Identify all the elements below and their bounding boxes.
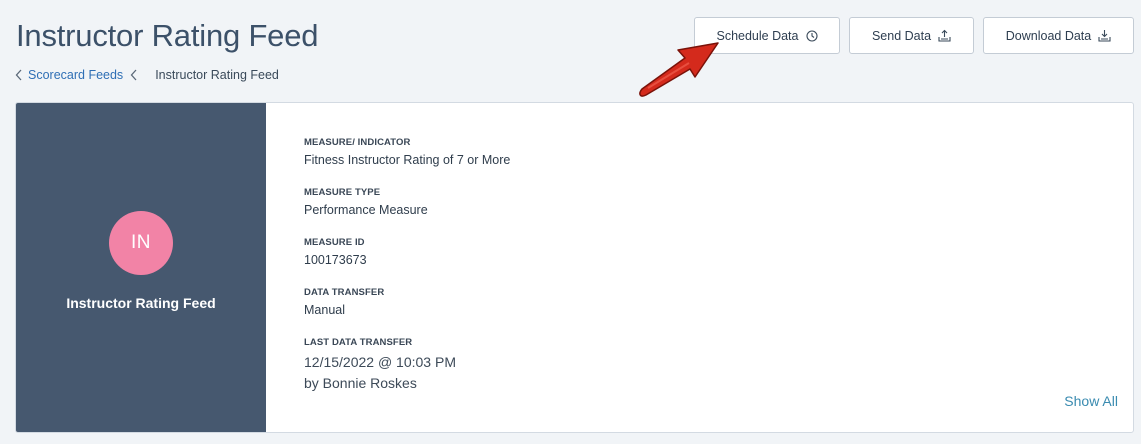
field-label: DATA TRANSFER — [304, 287, 385, 298]
breadcrumb-link-scorecard-feeds[interactable]: Scorecard Feeds — [28, 68, 123, 82]
field-label: LAST DATA TRANSFER — [304, 337, 413, 348]
feed-details-panel: MEASURE/ INDICATOR Fitness Instructor Ra… — [266, 103, 1133, 432]
field-data-transfer: DATA TRANSFER Manual — [304, 287, 510, 337]
show-all-link[interactable]: Show All — [1064, 393, 1118, 409]
field-measure-type: MEASURE TYPE Performance Measure — [304, 187, 510, 237]
field-value: 12/15/2022 @ 10:03 PM by Bonnie Roskes — [304, 352, 510, 394]
send-data-label: Send Data — [871, 28, 932, 43]
feed-name: Instructor Rating Feed — [66, 295, 216, 311]
page-title: Instructor Rating Feed — [16, 18, 319, 53]
field-last-data-transfer: LAST DATA TRANSFER 12/15/2022 @ 10:03 PM… — [304, 337, 510, 391]
breadcrumb: Scorecard Feeds Instructor Rating Feed — [14, 68, 279, 82]
send-data-button[interactable]: Send Data — [849, 17, 974, 54]
download-tray-icon — [1098, 29, 1111, 42]
feed-summary-panel: IN Instructor Rating Feed — [16, 103, 266, 432]
chevron-left-icon — [129, 68, 139, 82]
clock-icon — [805, 29, 818, 42]
download-data-label: Download Data — [1005, 28, 1092, 43]
field-label: MEASURE/ INDICATOR — [304, 137, 411, 148]
field-value: Fitness Instructor Rating of 7 or More — [304, 153, 511, 167]
download-data-button[interactable]: Download Data — [983, 17, 1134, 54]
field-list: MEASURE/ INDICATOR Fitness Instructor Ra… — [304, 137, 510, 391]
field-value: Manual — [304, 303, 345, 317]
last-transfer-datetime: 12/15/2022 @ 10:03 PM — [304, 354, 456, 370]
field-label: MEASURE TYPE — [304, 187, 381, 198]
chevron-left-icon[interactable] — [14, 68, 24, 82]
field-value: Performance Measure — [304, 203, 428, 217]
schedule-data-label: Schedule Data — [716, 28, 799, 43]
feed-card: IN Instructor Rating Feed MEASURE/ INDIC… — [15, 102, 1134, 433]
field-value: 100173673 — [304, 253, 367, 267]
action-toolbar: Schedule Data Send Data Download Data — [694, 17, 1134, 54]
field-label: MEASURE ID — [304, 237, 365, 248]
field-measure-id: MEASURE ID 100173673 — [304, 237, 510, 287]
breadcrumb-current: Instructor Rating Feed — [155, 68, 279, 82]
avatar: IN — [109, 211, 173, 275]
upload-tray-icon — [938, 29, 951, 42]
schedule-data-button[interactable]: Schedule Data — [694, 17, 840, 54]
field-measure-indicator: MEASURE/ INDICATOR Fitness Instructor Ra… — [304, 137, 510, 187]
last-transfer-user: by Bonnie Roskes — [304, 375, 417, 391]
